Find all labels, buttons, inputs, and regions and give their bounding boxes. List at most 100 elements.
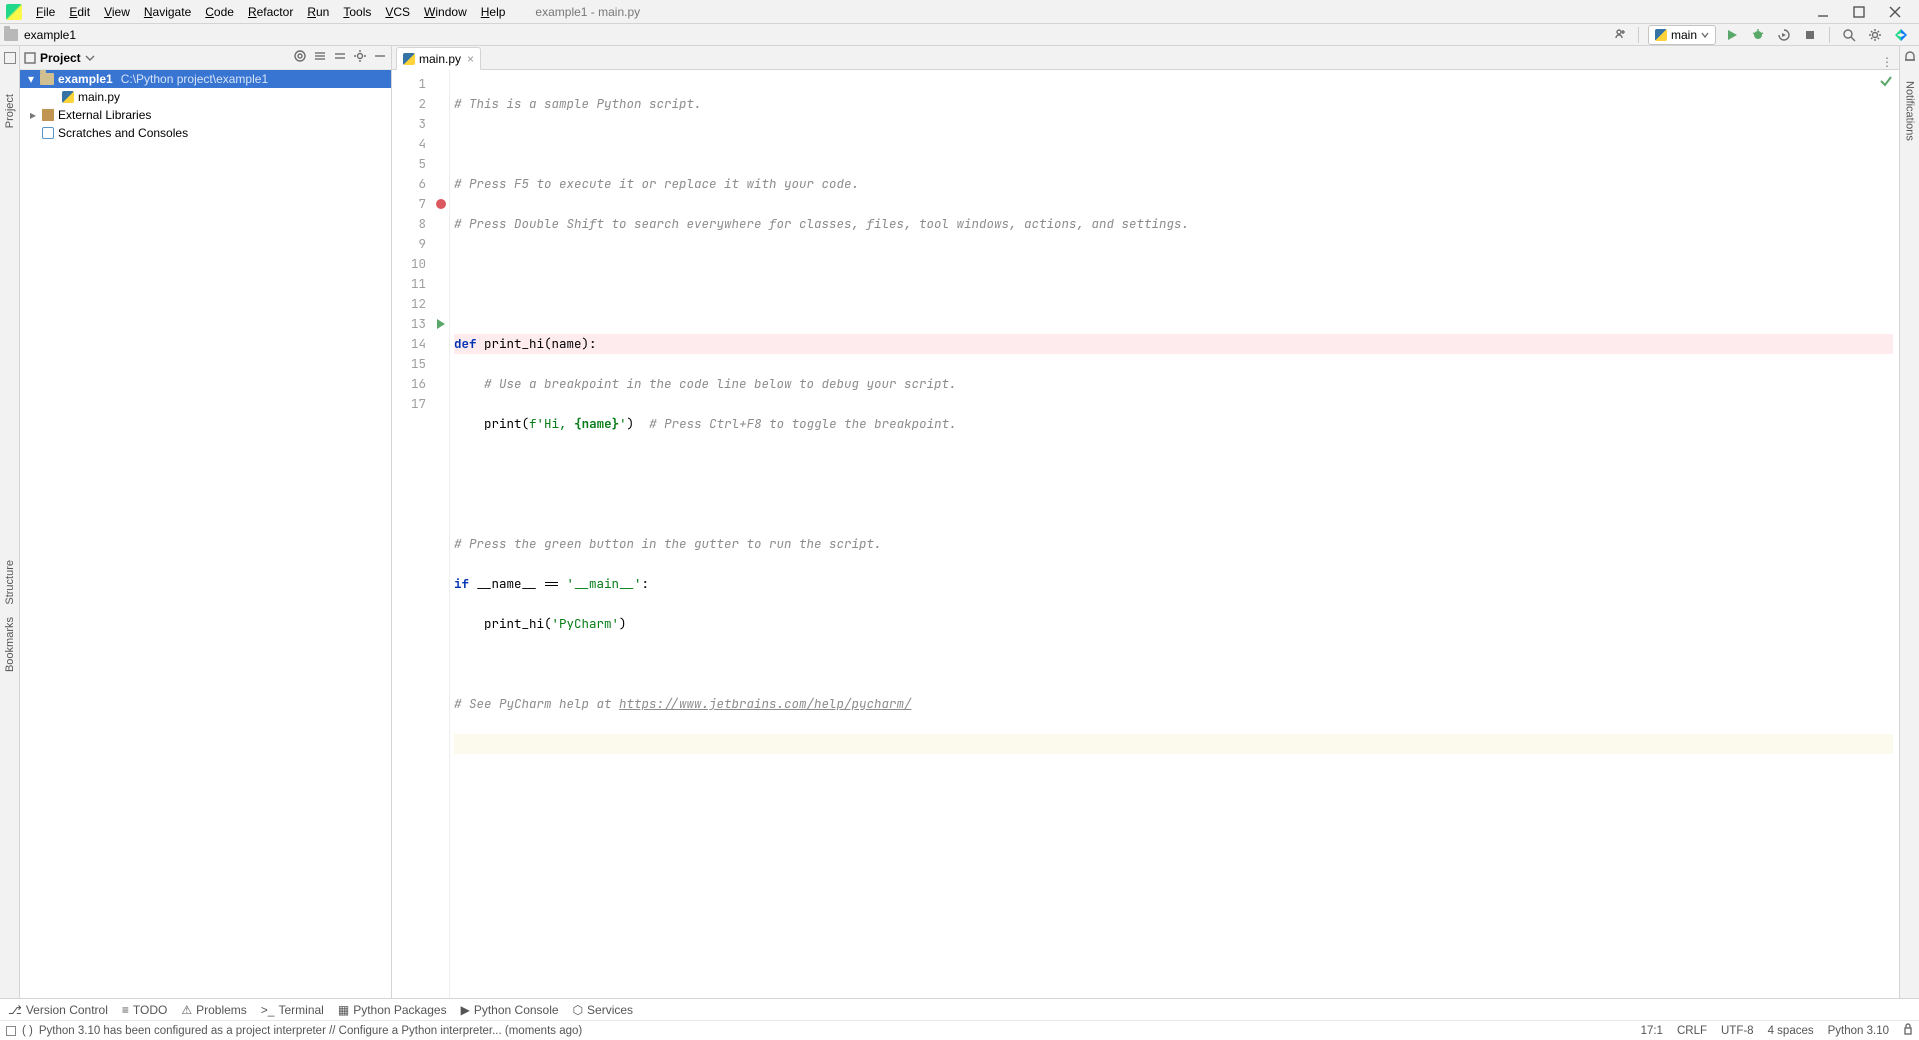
interpreter[interactable]: Python 3.10 <box>1828 1025 1889 1037</box>
marker-gutter[interactable] <box>432 70 450 998</box>
bottom-tool-problems[interactable]: ⚠Problems <box>181 1003 246 1017</box>
bottom-tool-python-packages[interactable]: ▦Python Packages <box>338 1003 447 1017</box>
maximize-button[interactable] <box>1847 3 1871 21</box>
bottom-tool-python-console[interactable]: ▶Python Console <box>461 1003 559 1017</box>
bottom-tool-version-control[interactable]: ⎇Version Control <box>8 1003 108 1017</box>
bottom-tool-services[interactable]: ⬡Services <box>573 1003 634 1017</box>
close-tab-icon[interactable]: × <box>467 52 474 66</box>
notifications-icon[interactable] <box>1903 50 1917 67</box>
expand-all-icon[interactable] <box>313 49 327 66</box>
tree-file-main[interactable]: main.py <box>20 88 391 106</box>
more-run-button[interactable] <box>1774 25 1794 45</box>
file-encoding[interactable]: UTF-8 <box>1721 1025 1754 1037</box>
project-panel-header: Project <box>20 46 391 70</box>
readonly-lock-icon[interactable] <box>1903 1023 1913 1038</box>
expand-icon[interactable]: ▾ <box>26 72 36 86</box>
toolbar-right: main <box>1609 25 1915 45</box>
tab-label: main.py <box>419 52 461 66</box>
tree-external-libraries[interactable]: ▸ External Libraries <box>20 106 391 124</box>
tree-scratches[interactable]: Scratches and Consoles <box>20 124 391 142</box>
project-panel-title[interactable]: Project <box>40 51 81 65</box>
collapse-all-icon[interactable] <box>333 49 347 66</box>
window-title: example1 - main.py <box>535 5 1803 19</box>
editor-area: main.py × ⋮ 1234567891011121314151617 # … <box>392 46 1899 998</box>
project-view-icon <box>24 52 36 64</box>
python-icon <box>1655 29 1667 41</box>
menu-window[interactable]: Window <box>418 3 473 21</box>
status-bar: ( ) Python 3.10 has been configured as a… <box>0 1020 1919 1040</box>
inspection-indicator-icon[interactable] <box>1879 74 1893 88</box>
tree-root-project[interactable]: ▾ example1 C:\Python project\example1 <box>20 70 391 88</box>
indent-setting[interactable]: 4 spaces <box>1768 1025 1814 1037</box>
menu-tools[interactable]: Tools <box>337 3 377 21</box>
menu-file[interactable]: File <box>30 3 61 21</box>
line-number-gutter[interactable]: 1234567891011121314151617 <box>392 70 432 998</box>
menu-navigate[interactable]: Navigate <box>138 3 197 21</box>
run-gutter-icon[interactable] <box>437 319 445 329</box>
debug-button[interactable] <box>1748 25 1768 45</box>
tool-windows-toggle-icon[interactable] <box>6 1026 16 1036</box>
tool-structure[interactable]: Structure <box>4 554 16 611</box>
separator <box>1829 27 1830 43</box>
libraries-icon <box>42 109 54 121</box>
close-button[interactable] <box>1883 3 1907 21</box>
project-name: example1 <box>58 72 113 86</box>
stop-button[interactable] <box>1800 25 1820 45</box>
menu-view[interactable]: View <box>98 3 136 21</box>
tool-bookmarks[interactable]: Bookmarks <box>4 611 16 678</box>
menu-refactor[interactable]: Refactor <box>242 3 299 21</box>
bottom-tool-terminal[interactable]: >_Terminal <box>261 1003 324 1017</box>
editor-tabs: main.py × ⋮ <box>392 46 1899 70</box>
tab-actions-icon[interactable]: ⋮ <box>1875 55 1899 69</box>
menu-vcs[interactable]: VCS <box>379 3 416 21</box>
select-opened-file-icon[interactable] <box>293 49 307 66</box>
menu-edit[interactable]: Edit <box>63 3 96 21</box>
left-tool-strip: Project StructureBookmarks <box>0 46 20 998</box>
file-name: main.py <box>78 90 120 104</box>
project-path: C:\Python project\example1 <box>121 72 268 86</box>
chevron-down-icon[interactable] <box>85 53 95 63</box>
navigation-bar: example1 main <box>0 24 1919 46</box>
hide-panel-icon[interactable] <box>373 49 387 66</box>
editor[interactable]: 1234567891011121314151617 # This is a sa… <box>392 70 1899 998</box>
project-tool-icon[interactable] <box>4 52 16 64</box>
tab-main-py[interactable]: main.py × <box>396 47 481 70</box>
breadcrumb[interactable]: example1 <box>4 28 76 42</box>
main-menu: FileEditViewNavigateCodeRefactorRunTools… <box>30 3 511 21</box>
tool-notifications[interactable]: Notifications <box>1904 75 1916 147</box>
code-with-me-icon[interactable] <box>1891 25 1911 45</box>
right-tool-strip: Notifications <box>1899 46 1919 998</box>
menu-help[interactable]: Help <box>475 3 512 21</box>
bottom-tool-strip: ⎇Version Control ≡TODO ⚠Problems >_Terminal… <box>0 998 1919 1020</box>
bottom-tool-todo[interactable]: ≡TODO <box>122 1003 167 1017</box>
menu-run[interactable]: Run <box>301 3 335 21</box>
menu-code[interactable]: Code <box>199 3 240 21</box>
run-button[interactable] <box>1722 25 1742 45</box>
settings-icon[interactable] <box>1865 25 1885 45</box>
main-area: Project StructureBookmarks Project ▾ exam… <box>0 46 1919 998</box>
tool-project[interactable]: Project <box>4 88 16 134</box>
breadcrumb-item: example1 <box>24 28 76 42</box>
search-icon[interactable] <box>1839 25 1859 45</box>
run-configuration-selector[interactable]: main <box>1648 25 1716 45</box>
python-file-icon <box>403 53 415 65</box>
caret-position[interactable]: 17:1 <box>1641 1025 1663 1037</box>
folder-icon <box>4 29 18 41</box>
python-file-icon <box>62 91 74 103</box>
add-user-button[interactable] <box>1609 25 1629 45</box>
project-tree[interactable]: ▾ example1 C:\Python project\example1 ma… <box>20 70 391 998</box>
separator <box>1638 27 1639 43</box>
code-area[interactable]: # This is a sample Python script. # Pres… <box>450 70 1899 998</box>
line-separator[interactable]: CRLF <box>1677 1025 1707 1037</box>
window-controls <box>1803 3 1915 21</box>
minimize-button[interactable] <box>1811 3 1835 21</box>
chevron-down-icon <box>1701 31 1709 39</box>
status-message: ( ) <box>22 1025 33 1037</box>
run-config-name: main <box>1671 28 1697 42</box>
expand-icon[interactable]: ▸ <box>28 108 38 122</box>
status-message-text[interactable]: Python 3.10 has been configured as a pro… <box>39 1025 582 1037</box>
breakpoint-icon[interactable] <box>436 199 446 209</box>
external-libraries-label: External Libraries <box>58 108 151 122</box>
settings-icon[interactable] <box>353 49 367 66</box>
folder-icon <box>40 73 54 85</box>
